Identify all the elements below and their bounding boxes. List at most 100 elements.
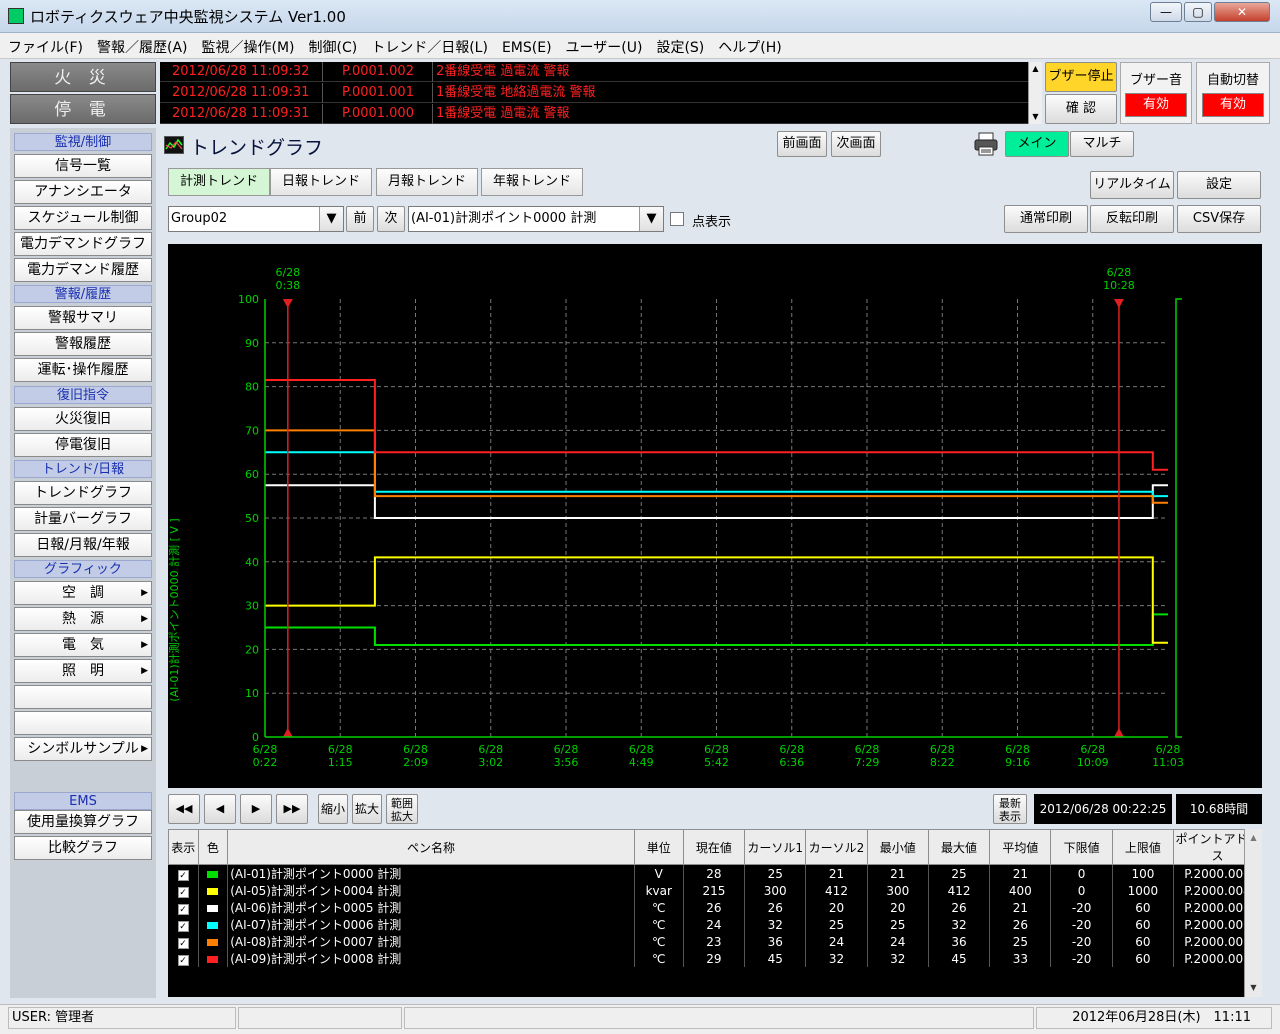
chevron-down-icon[interactable]: ▼	[319, 207, 343, 231]
alarm-row[interactable]: 2012/06/28 11:09:31 P.0001.001 1番線受電 地絡過…	[160, 83, 1028, 103]
scroll-down-icon[interactable]: ▼	[1245, 979, 1262, 997]
column-header[interactable]: 上限値	[1111, 829, 1175, 865]
sidebar-item-demand-history[interactable]: 電力デマンド履歴	[14, 258, 152, 282]
csv-save-button[interactable]: CSV保存	[1177, 205, 1261, 233]
column-header[interactable]: カーソル2	[805, 829, 868, 865]
first-button[interactable]: ◀◀	[168, 794, 200, 824]
group-next-button[interactable]: 次	[377, 206, 405, 232]
show-checkbox[interactable]: ✓	[168, 899, 199, 916]
scroll-up-icon[interactable]: ▲	[1029, 62, 1042, 76]
show-checkbox[interactable]: ✓	[168, 864, 199, 882]
menu-settings[interactable]: 設定(S)	[648, 33, 710, 57]
tab-monthly-trend[interactable]: 月報トレンド	[376, 168, 478, 196]
table-row[interactable]: ✓ (AI-09)計測ポイント0008 計測 ℃ 29 45 32 32 45 33 -20 60 P…	[168, 950, 1262, 967]
alarm-list[interactable]: 2012/06/28 11:09:32 P.0001.002 2番線受電 過電流…	[160, 62, 1028, 124]
tab-yearly-trend[interactable]: 年報トレンド	[481, 168, 583, 196]
sidebar-item-lighting[interactable]: 照 明 ▶	[14, 659, 152, 683]
sidebar-item-meter-bar-graph[interactable]: 計量バーグラフ	[14, 507, 152, 531]
multi-view-button[interactable]: マルチ	[1070, 131, 1134, 157]
menu-help[interactable]: ヘルプ(H)	[710, 33, 787, 57]
table-row[interactable]: ✓ (AI-01)計測ポイント0000 計測 V 28 25 21 21 25 21 0 100 P.…	[168, 864, 1262, 882]
table-scrollbar[interactable]: ▲ ▼	[1244, 829, 1262, 997]
zoom-out-button[interactable]: 縮小	[318, 794, 348, 824]
alarm-row[interactable]: 2012/06/28 11:09:32 P.0001.002 2番線受電 過電流…	[160, 62, 1028, 82]
menu-user[interactable]: ユーザー(U)	[558, 33, 649, 57]
group-prev-button[interactable]: 前	[346, 206, 374, 232]
sidebar-item-trend-graph[interactable]: トレンドグラフ	[14, 481, 152, 505]
tab-daily-trend[interactable]: 日報トレンド	[270, 168, 372, 196]
sidebar-item-reports[interactable]: 日報/月報/年報	[14, 533, 152, 557]
menu-control[interactable]: 制御(C)	[301, 33, 364, 57]
fire-indicator[interactable]: 火 災	[10, 62, 156, 92]
minimize-button[interactable]: —	[1150, 2, 1182, 22]
range-zoom-button[interactable]: 範囲拡大	[386, 794, 418, 824]
sidebar-item-symbol-sample[interactable]: シンボルサンプル ▶	[14, 737, 152, 761]
table-row[interactable]: ✓ (AI-05)計測ポイント0004 計測 kvar 215 300 412 300 412…	[168, 882, 1262, 899]
realtime-button[interactable]: リアルタイム	[1090, 171, 1174, 199]
sidebar-item-comparison-graph[interactable]: 比較グラフ	[14, 836, 152, 860]
column-header[interactable]: カーソル1	[744, 829, 807, 865]
power-outage-indicator[interactable]: 停 電	[10, 94, 156, 124]
sidebar-item-operation-history[interactable]: 運転･操作履歴	[14, 358, 152, 382]
latest-display-button[interactable]: 最新表示	[993, 794, 1027, 824]
sidebar-item-usage-conversion[interactable]: 使用量換算グラフ	[14, 810, 152, 834]
confirm-button[interactable]: 確 認	[1045, 94, 1117, 124]
last-button[interactable]: ▶▶	[276, 794, 308, 824]
point-select[interactable]: (AI-01)計測ポイント0000 計測 ▼	[408, 206, 664, 232]
menu-file[interactable]: ファイル(F)	[0, 33, 89, 57]
column-header[interactable]: 下限値	[1050, 829, 1113, 865]
sidebar-item-empty-2[interactable]	[14, 711, 152, 735]
dot-display-checkbox[interactable]	[670, 212, 684, 226]
sidebar-item-annunciator[interactable]: アナンシエータ	[14, 180, 152, 204]
alarm-row[interactable]: 2012/06/28 11:09:31 P.0001.000 1番線受電 過電流…	[160, 104, 1028, 124]
show-checkbox[interactable]: ✓	[168, 950, 199, 967]
zoom-in-button[interactable]: 拡大	[352, 794, 382, 824]
scroll-up-icon[interactable]: ▲	[1245, 829, 1262, 847]
printer-icon[interactable]	[972, 130, 1000, 158]
sidebar-item-air-conditioning[interactable]: 空 調 ▶	[14, 581, 152, 605]
column-header[interactable]: 色	[197, 829, 229, 865]
alarm-scrollbar[interactable]: ▲ ▼	[1028, 62, 1042, 124]
table-row[interactable]: ✓ (AI-06)計測ポイント0005 計測 ℃ 26 26 20 20 26 21 -20 60 P…	[168, 899, 1262, 916]
table-row[interactable]: ✓ (AI-07)計測ポイント0006 計測 ℃ 24 32 25 25 32 26 -20 60 P…	[168, 916, 1262, 933]
menu-ems[interactable]: EMS(E)	[494, 36, 558, 56]
column-header[interactable]: ペン名称	[227, 829, 635, 865]
normal-print-button[interactable]: 通常印刷	[1004, 205, 1088, 233]
column-header[interactable]: 表示	[168, 829, 199, 865]
maximize-button[interactable]: ▢	[1184, 2, 1212, 22]
table-row[interactable]: ✓ (AI-08)計測ポイント0007 計測 ℃ 23 36 24 24 36 25 -20 60 P…	[168, 933, 1262, 950]
menu-monitor[interactable]: 監視／操作(M)	[194, 33, 301, 57]
close-button[interactable]: ✕	[1214, 2, 1270, 22]
column-header[interactable]: 最小値	[866, 829, 929, 865]
settings-button[interactable]: 設定	[1177, 171, 1261, 199]
buzzer-status-button[interactable]: 有効	[1125, 93, 1187, 117]
auto-status-button[interactable]: 有効	[1202, 93, 1264, 117]
sidebar-item-signal-list[interactable]: 信号一覧	[14, 154, 152, 178]
trend-chart-svg[interactable]: 6/280:386/2810:28 0102030405060708090100…	[167, 244, 1262, 788]
show-checkbox[interactable]: ✓	[168, 933, 199, 950]
forward-button[interactable]: ▶	[240, 794, 272, 824]
column-header[interactable]: 現在値	[682, 829, 746, 865]
main-view-button[interactable]: メイン	[1005, 131, 1069, 157]
column-header[interactable]: 平均値	[989, 829, 1052, 865]
chevron-down-icon[interactable]: ▼	[639, 207, 663, 231]
sidebar-item-empty-1[interactable]	[14, 685, 152, 709]
buzzer-stop-button[interactable]: ブザー停止	[1045, 62, 1117, 92]
sidebar-item-fire-restore[interactable]: 火災復旧	[14, 407, 152, 431]
trend-chart[interactable]: 6/28 0:38 6/28 10:28 0 10 20 30 40 50 60 70 80 90 100…	[167, 244, 1262, 788]
back-button[interactable]: ◀	[204, 794, 236, 824]
column-header[interactable]: 単位	[633, 829, 684, 865]
sidebar-item-alarm-history[interactable]: 警報履歴	[14, 332, 152, 356]
show-checkbox[interactable]: ✓	[168, 916, 199, 933]
scroll-down-icon[interactable]: ▼	[1029, 110, 1042, 124]
sidebar-item-electric[interactable]: 電 気 ▶	[14, 633, 152, 657]
sidebar-item-demand-graph[interactable]: 電力デマンドグラフ	[14, 232, 152, 256]
sidebar-item-schedule[interactable]: スケジュール制御	[14, 206, 152, 230]
reverse-print-button[interactable]: 反転印刷	[1090, 205, 1174, 233]
menu-alarm[interactable]: 警報／履歴(A)	[89, 33, 194, 57]
sidebar-item-outage-restore[interactable]: 停電復旧	[14, 433, 152, 457]
next-screen-button[interactable]: 次画面	[831, 131, 881, 157]
sidebar-item-alarm-summary[interactable]: 警報サマリ	[14, 306, 152, 330]
prev-screen-button[interactable]: 前画面	[777, 131, 827, 157]
show-checkbox[interactable]: ✓	[168, 882, 199, 899]
